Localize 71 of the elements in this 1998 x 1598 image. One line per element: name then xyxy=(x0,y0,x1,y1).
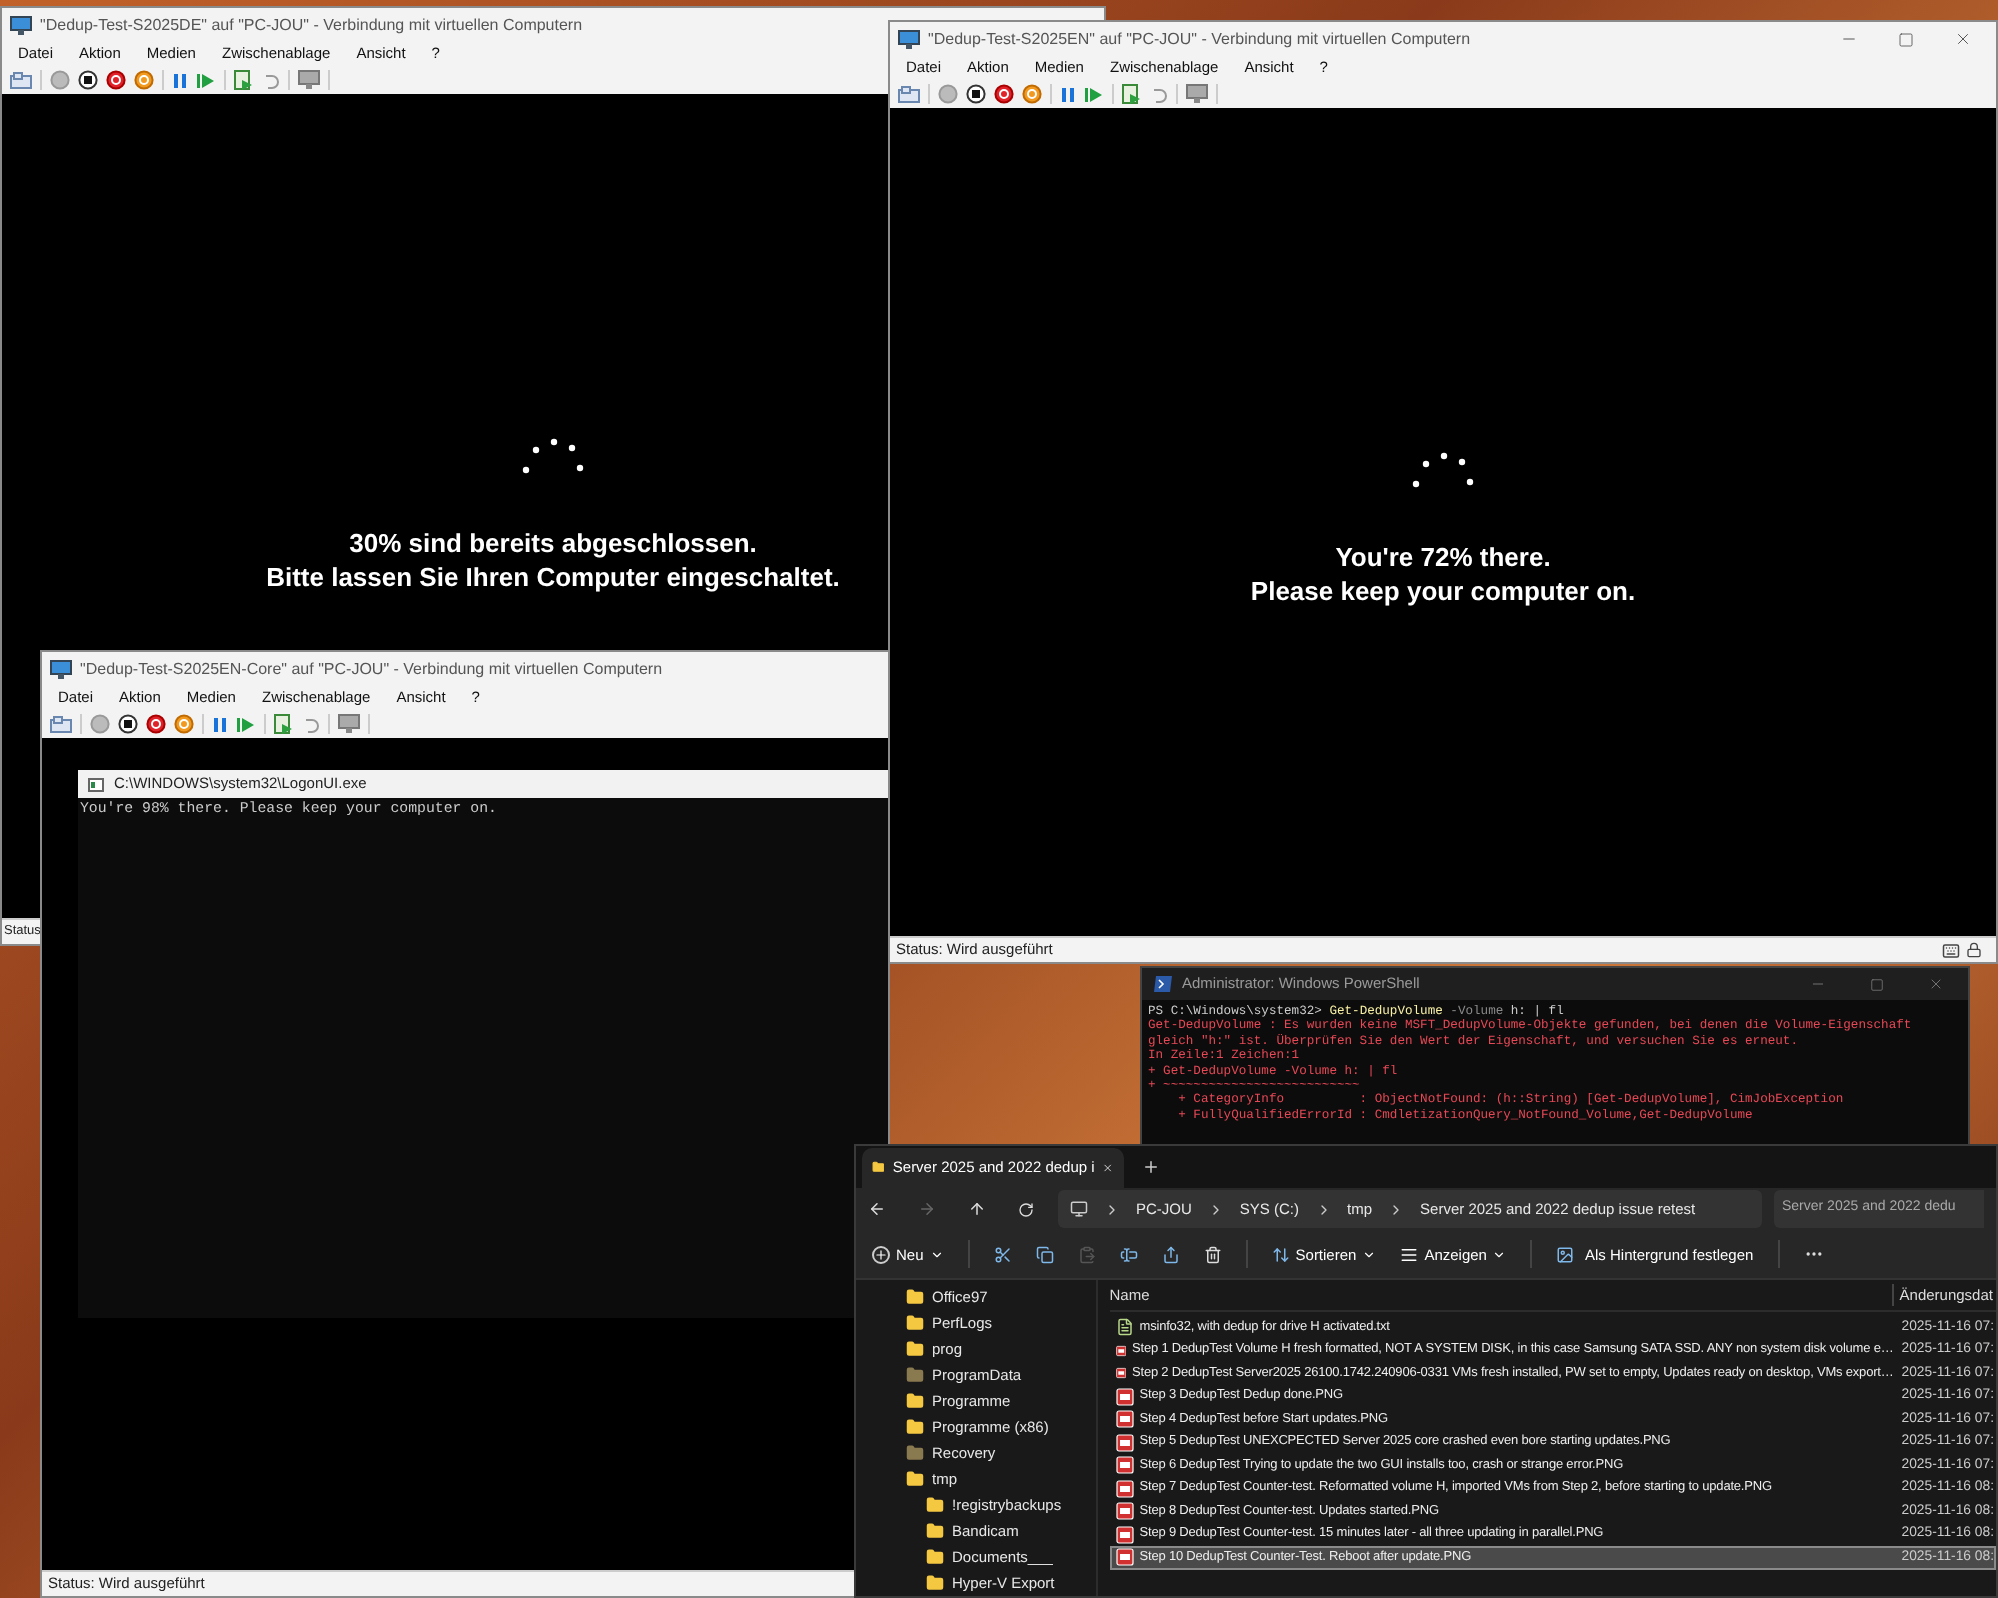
resume-icon[interactable] xyxy=(196,71,216,89)
folder-icon xyxy=(872,1158,885,1177)
refresh-icon[interactable] xyxy=(1018,1201,1034,1218)
maximize-icon[interactable] xyxy=(1870,977,1884,991)
caret-icon xyxy=(929,1247,944,1262)
monitor-icon xyxy=(10,15,32,35)
list-icon xyxy=(1400,1245,1419,1264)
close-icon[interactable] xyxy=(1928,976,1944,992)
revert-icon[interactable] xyxy=(262,71,280,89)
copy-icon[interactable] xyxy=(1035,1245,1054,1264)
image-file-icon xyxy=(1115,1364,1126,1383)
pause-icon[interactable] xyxy=(172,71,188,89)
enhanced-session-icon[interactable] xyxy=(298,70,320,90)
pause-icon[interactable] xyxy=(212,715,228,733)
checkpoint-icon[interactable] xyxy=(234,69,254,91)
share-icon[interactable] xyxy=(1161,1245,1180,1264)
enhanced-session-icon[interactable] xyxy=(1186,84,1208,104)
window-title: "Dedup-Test-S2025DE" auf "PC-JOU" - Verbindung mit virtuellen Computern xyxy=(40,13,583,37)
chevron-icon xyxy=(1104,1201,1120,1218)
spinner-icon xyxy=(1408,448,1478,492)
progress-message: You're 72% there. xyxy=(1335,540,1551,574)
image-file-icon xyxy=(1115,1341,1127,1360)
lock-icon xyxy=(1966,942,1982,958)
progress-message: Bitte lassen Sie Ihren Computer eingeschaltet. xyxy=(266,560,840,594)
spinner-icon xyxy=(518,434,588,478)
forward-icon[interactable] xyxy=(918,1200,936,1219)
start-icon[interactable] xyxy=(50,70,70,90)
window-title: "Dedup-Test-S2025EN-Core" auf "PC-JOU" - Verbindung mit virtuellen Computern xyxy=(80,657,663,681)
checkpoint-icon[interactable] xyxy=(274,713,294,735)
sort-icon xyxy=(1271,1245,1290,1264)
up-icon[interactable] xyxy=(968,1200,986,1219)
power-icon[interactable] xyxy=(106,70,126,90)
stop-icon[interactable] xyxy=(118,714,138,734)
stop-icon[interactable] xyxy=(966,84,986,104)
paste-icon[interactable] xyxy=(1077,1245,1096,1264)
computer-icon xyxy=(1070,1200,1088,1219)
cut-icon[interactable] xyxy=(993,1245,1012,1264)
back-icon[interactable] xyxy=(868,1200,886,1219)
save-icon[interactable] xyxy=(134,70,154,90)
close-icon[interactable] xyxy=(1102,1159,1114,1176)
resume-icon[interactable] xyxy=(236,715,256,733)
monitor-icon xyxy=(50,659,72,679)
new-tab-icon[interactable] xyxy=(1142,1157,1160,1176)
caret-icon xyxy=(1362,1247,1377,1262)
resume-icon[interactable] xyxy=(1084,85,1104,103)
progress-message: Please keep your computer on. xyxy=(1250,574,1636,608)
caret-icon xyxy=(1492,1247,1507,1262)
start-icon[interactable] xyxy=(90,714,110,734)
revert-icon[interactable] xyxy=(302,715,320,733)
maximize-icon[interactable] xyxy=(1898,31,1914,47)
console-icon xyxy=(88,777,104,791)
save-icon[interactable] xyxy=(1022,84,1042,104)
close-icon[interactable] xyxy=(1954,30,1972,48)
save-icon[interactable] xyxy=(174,714,194,734)
rename-icon[interactable] xyxy=(1119,1245,1138,1264)
delete-icon[interactable] xyxy=(1203,1245,1222,1264)
stop-icon[interactable] xyxy=(78,70,98,90)
pause-icon[interactable] xyxy=(1060,85,1076,103)
window-title: "Dedup-Test-S2025EN" auf "PC-JOU" - Verbindung mit virtuellen Computern xyxy=(928,27,1471,51)
checkpoint-icon[interactable] xyxy=(1122,83,1142,105)
power-icon[interactable] xyxy=(146,714,166,734)
enhanced-session-icon[interactable] xyxy=(338,714,360,734)
image-icon xyxy=(1556,1245,1575,1264)
start-icon[interactable] xyxy=(938,84,958,104)
power-icon[interactable] xyxy=(994,84,1014,104)
powershell-icon xyxy=(1154,976,1172,992)
plus-icon xyxy=(872,1245,890,1264)
revert-icon[interactable] xyxy=(1150,85,1168,103)
text-file-icon xyxy=(1115,1318,1134,1337)
progress-message: 30% sind bereits abgeschlossen. xyxy=(349,526,757,560)
monitor-icon xyxy=(898,29,920,49)
